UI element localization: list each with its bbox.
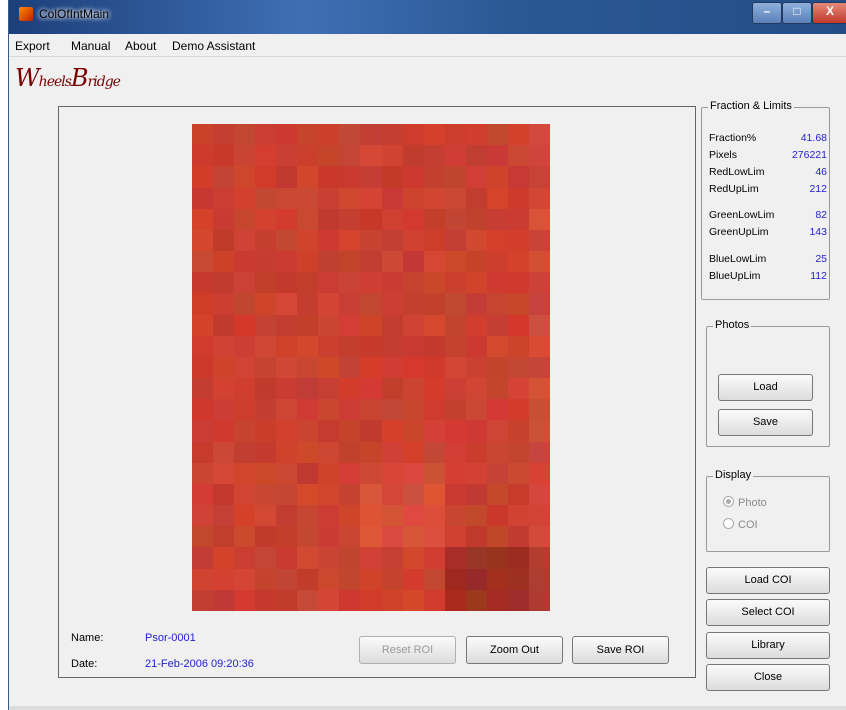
- reset-roi-button[interactable]: Reset ROI: [359, 636, 456, 664]
- image-axes-panel: Name: Psor-0001 Date: 21-Feb-2006 09:20:…: [58, 106, 696, 678]
- fl-value-blueuplim: 112: [810, 270, 827, 282]
- menu-demo-assistant[interactable]: Demo Assistant: [172, 39, 255, 53]
- fl-label-redlowlim: RedLowLim: [709, 166, 765, 178]
- load-photo-button[interactable]: Load: [718, 374, 813, 401]
- select-coi-button[interactable]: Select COI: [706, 599, 830, 626]
- save-photo-button[interactable]: Save: [718, 409, 813, 436]
- name-label: Name:: [71, 632, 104, 644]
- photos-title: Photos: [713, 319, 752, 331]
- menu-manual[interactable]: Manual: [71, 39, 110, 53]
- name-value: Psor-0001: [145, 632, 196, 644]
- minimize-button[interactable]: –: [752, 2, 782, 24]
- fl-label-greenuplim: GreenUpLim: [709, 226, 769, 238]
- library-button[interactable]: Library: [706, 632, 830, 659]
- display-photo-radio[interactable]: Photo: [723, 496, 767, 509]
- title-bar[interactable]: ColOfIntMain – □ X: [9, 0, 846, 34]
- menu-about[interactable]: About: [125, 39, 156, 53]
- fl-value-reduplim: 212: [809, 183, 827, 195]
- menu-bar: Export Manual About Demo Assistant: [9, 34, 846, 57]
- fl-value-pixels: 276221: [791, 149, 827, 161]
- close-window-button[interactable]: X: [812, 2, 846, 24]
- display-coi-radio[interactable]: COI: [723, 518, 758, 531]
- menu-export[interactable]: Export: [15, 39, 50, 53]
- fl-value-fraction: 41.68: [800, 132, 827, 144]
- fl-label-fraction: Fraction%: [709, 132, 757, 144]
- display-panel: Display Photo COI: [706, 469, 830, 552]
- fl-label-reduplim: RedUpLim: [709, 183, 759, 195]
- fl-value-redlowlim: 46: [815, 166, 827, 178]
- window-title: ColOfIntMain: [39, 7, 110, 21]
- fl-value-greenuplim: 143: [809, 226, 827, 238]
- date-value: 21-Feb-2006 09:20:36: [145, 658, 254, 670]
- zoom-out-button[interactable]: Zoom Out: [466, 636, 563, 664]
- fl-value-greenlowlim: 82: [815, 209, 827, 221]
- fl-label-pixels: Pixels: [709, 149, 738, 161]
- fl-value-bluelowlim: 25: [815, 253, 827, 265]
- close-button[interactable]: Close: [706, 664, 830, 691]
- fl-label-bluelowlim: BlueLowLim: [709, 253, 767, 265]
- maximize-button[interactable]: □: [782, 2, 812, 24]
- wheelsbridge-logo: WheelsBridge: [15, 64, 121, 92]
- matlab-icon: [19, 7, 33, 21]
- radio-unselected-icon: [723, 518, 734, 529]
- window-bottom-edge: [9, 706, 846, 710]
- fl-label-blueuplim: BlueUpLim: [709, 270, 761, 282]
- skin-photo-image[interactable]: [192, 124, 550, 611]
- photos-panel: Photos Load Save: [706, 319, 830, 447]
- fraction-limits-panel: Fraction & Limits Fraction% 41.68 Pixels 27…: [701, 100, 830, 300]
- fl-label-greenlowlim: GreenLowLim: [709, 209, 775, 221]
- app-window: ColOfIntMain – □ X Export Manual About D…: [8, 0, 846, 710]
- display-title: Display: [713, 469, 754, 481]
- save-roi-button[interactable]: Save ROI: [572, 636, 669, 664]
- fraction-limits-title: Fraction & Limits: [708, 100, 794, 112]
- load-coi-button[interactable]: Load COI: [706, 567, 830, 594]
- date-label: Date:: [71, 658, 98, 670]
- radio-selected-icon: [723, 496, 734, 507]
